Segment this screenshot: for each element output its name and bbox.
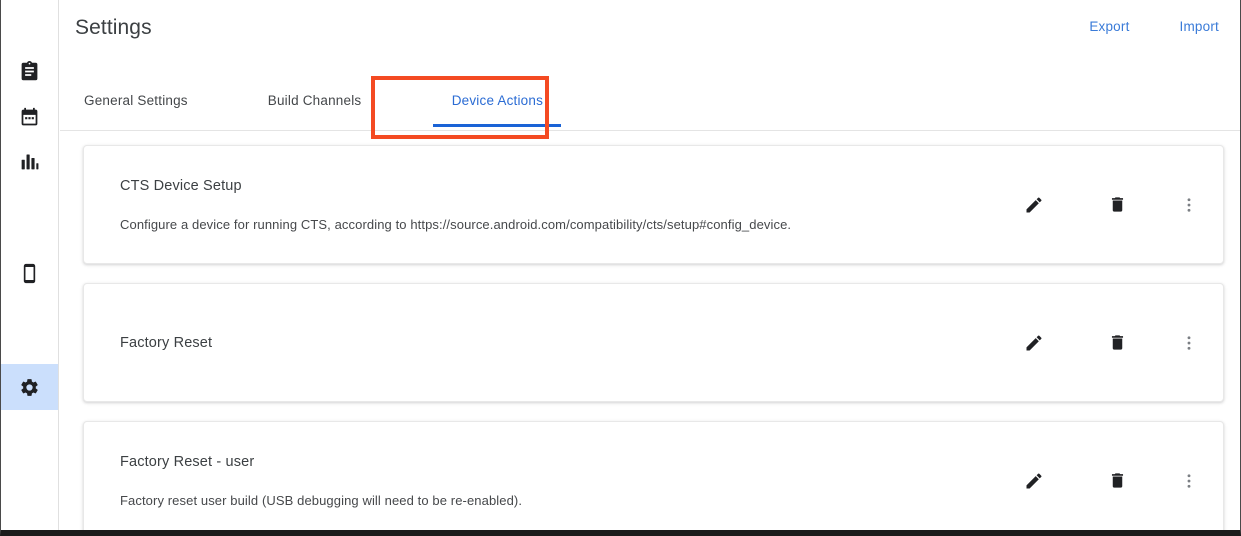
trash-icon — [1108, 333, 1127, 352]
clipboard-icon — [19, 60, 40, 82]
tab-device-actions[interactable]: Device Actions — [427, 71, 567, 130]
tab-strip: General Settings Build Channels Device A… — [60, 71, 567, 130]
sidebar-item-calendar[interactable] — [1, 94, 58, 140]
edit-button[interactable] — [1010, 460, 1058, 502]
calendar-icon — [19, 107, 40, 128]
page-header: Settings Export Import — [60, 0, 1240, 71]
dots-vertical-icon — [1180, 196, 1198, 214]
pencil-icon — [1024, 195, 1044, 215]
trash-icon — [1108, 471, 1127, 490]
sidebar-rail — [1, 0, 59, 530]
edit-button[interactable] — [1010, 184, 1058, 226]
import-link[interactable]: Import — [1180, 17, 1219, 37]
device-action-controls — [1010, 184, 1213, 226]
more-options-button[interactable] — [1165, 460, 1213, 502]
edit-button[interactable] — [1010, 322, 1058, 364]
bar-chart-icon — [19, 151, 40, 172]
device-action-card[interactable]: CTS Device Setup Configure a device for … — [83, 145, 1224, 264]
gear-icon — [19, 377, 40, 398]
phone-icon — [19, 263, 40, 284]
delete-button[interactable] — [1093, 460, 1141, 502]
sidebar-item-settings[interactable] — [1, 364, 58, 410]
delete-button[interactable] — [1093, 184, 1141, 226]
device-action-card[interactable]: Factory Reset — [83, 283, 1224, 402]
device-action-card[interactable]: Factory Reset - user Factory reset user … — [83, 421, 1224, 530]
device-action-controls — [1010, 322, 1213, 364]
export-link[interactable]: Export — [1089, 17, 1129, 37]
tab-build-channels[interactable]: Build Channels — [244, 71, 386, 130]
delete-button[interactable] — [1093, 322, 1141, 364]
sidebar-item-analytics[interactable] — [1, 138, 58, 184]
sidebar-item-clipboard[interactable] — [1, 48, 58, 94]
header-actions: Export Import — [1089, 17, 1219, 37]
tab-bar: General Settings Build Channels Device A… — [60, 71, 1240, 139]
trash-icon — [1108, 195, 1127, 214]
tab-general-settings[interactable]: General Settings — [60, 71, 212, 130]
more-options-button[interactable] — [1165, 322, 1213, 364]
main-region: Settings Export Import General Settings … — [60, 0, 1240, 530]
dots-vertical-icon — [1180, 334, 1198, 352]
application-window: Settings Export Import General Settings … — [0, 0, 1241, 536]
device-actions-list: CTS Device Setup Configure a device for … — [60, 131, 1240, 530]
more-options-button[interactable] — [1165, 184, 1213, 226]
pencil-icon — [1024, 333, 1044, 353]
device-action-controls — [1010, 460, 1213, 502]
page-title: Settings — [75, 16, 152, 39]
sidebar-item-devices[interactable] — [1, 250, 58, 296]
pencil-icon — [1024, 471, 1044, 491]
dots-vertical-icon — [1180, 472, 1198, 490]
